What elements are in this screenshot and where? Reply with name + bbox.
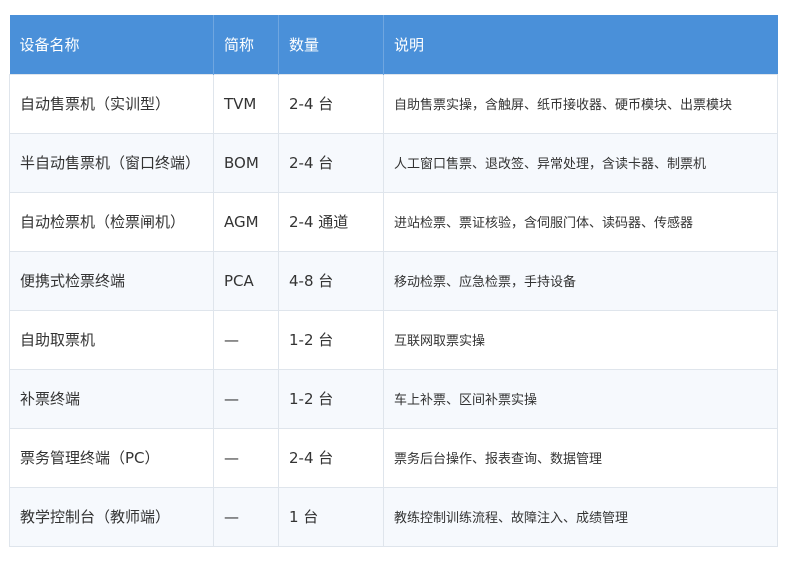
header-quantity: 数量 bbox=[278, 15, 384, 74]
equipment-table-container: 设备名称 简称 数量 说明 自动售票机（实训型） TVM 2-4 台 自助售票实… bbox=[9, 15, 778, 547]
table-header: 设备名称 简称 数量 说明 bbox=[9, 15, 778, 74]
cell-device-name: 自动售票机（实训型） bbox=[9, 73, 214, 133]
table-body: 自动售票机（实训型） TVM 2-4 台 自助售票实操，含触屏、纸币接收器、硬币… bbox=[9, 73, 778, 547]
cell-device-name: 半自动售票机（窗口终端） bbox=[9, 132, 214, 192]
table-row: 自动检票机（检票闸机） AGM 2-4 通道 进站检票、票证核验，含伺服门体、读… bbox=[9, 191, 778, 251]
header-abbreviation: 简称 bbox=[213, 15, 279, 74]
cell-abbreviation: BOM bbox=[213, 132, 279, 192]
cell-device-name: 自动检票机（检票闸机） bbox=[9, 191, 214, 251]
cell-device-name: 补票终端 bbox=[9, 368, 214, 428]
cell-description: 互联网取票实操 bbox=[383, 309, 778, 369]
cell-abbreviation: — bbox=[213, 309, 279, 369]
table-row: 教学控制台（教师端） — 1 台 教练控制训练流程、故障注入、成绩管理 bbox=[9, 486, 778, 547]
table-row: 便携式检票终端 PCA 4-8 台 移动检票、应急检票，手持设备 bbox=[9, 250, 778, 310]
cell-description: 移动检票、应急检票，手持设备 bbox=[383, 250, 778, 310]
cell-description: 进站检票、票证核验，含伺服门体、读码器、传感器 bbox=[383, 191, 778, 251]
table-row: 票务管理终端（PC） — 2-4 台 票务后台操作、报表查询、数据管理 bbox=[9, 427, 778, 487]
table-row: 自助取票机 — 1-2 台 互联网取票实操 bbox=[9, 309, 778, 369]
cell-device-name: 票务管理终端（PC） bbox=[9, 427, 214, 487]
cell-quantity: 1 台 bbox=[278, 486, 384, 547]
header-row: 设备名称 简称 数量 说明 bbox=[9, 15, 778, 74]
cell-device-name: 自助取票机 bbox=[9, 309, 214, 369]
cell-quantity: 2-4 通道 bbox=[278, 191, 384, 251]
cell-device-name: 教学控制台（教师端） bbox=[9, 486, 214, 547]
table-row: 补票终端 — 1-2 台 车上补票、区间补票实操 bbox=[9, 368, 778, 428]
cell-description: 车上补票、区间补票实操 bbox=[383, 368, 778, 428]
cell-description: 人工窗口售票、退改签、异常处理，含读卡器、制票机 bbox=[383, 132, 778, 192]
table-row: 半自动售票机（窗口终端） BOM 2-4 台 人工窗口售票、退改签、异常处理，含… bbox=[9, 132, 778, 192]
cell-description: 教练控制训练流程、故障注入、成绩管理 bbox=[383, 486, 778, 547]
table-row: 自动售票机（实训型） TVM 2-4 台 自助售票实操，含触屏、纸币接收器、硬币… bbox=[9, 73, 778, 133]
cell-abbreviation: PCA bbox=[213, 250, 279, 310]
cell-abbreviation: — bbox=[213, 486, 279, 547]
cell-abbreviation: — bbox=[213, 368, 279, 428]
cell-quantity: 1-2 台 bbox=[278, 368, 384, 428]
cell-device-name: 便携式检票终端 bbox=[9, 250, 214, 310]
cell-quantity: 2-4 台 bbox=[278, 132, 384, 192]
header-device-name: 设备名称 bbox=[9, 15, 214, 74]
equipment-table: 设备名称 简称 数量 说明 自动售票机（实训型） TVM 2-4 台 自助售票实… bbox=[9, 15, 778, 547]
cell-abbreviation: — bbox=[213, 427, 279, 487]
cell-description: 票务后台操作、报表查询、数据管理 bbox=[383, 427, 778, 487]
cell-description: 自助售票实操，含触屏、纸币接收器、硬币模块、出票模块 bbox=[383, 73, 778, 133]
cell-quantity: 2-4 台 bbox=[278, 427, 384, 487]
cell-abbreviation: TVM bbox=[213, 73, 279, 133]
cell-quantity: 2-4 台 bbox=[278, 73, 384, 133]
header-description: 说明 bbox=[383, 15, 778, 74]
cell-quantity: 1-2 台 bbox=[278, 309, 384, 369]
cell-abbreviation: AGM bbox=[213, 191, 279, 251]
cell-quantity: 4-8 台 bbox=[278, 250, 384, 310]
